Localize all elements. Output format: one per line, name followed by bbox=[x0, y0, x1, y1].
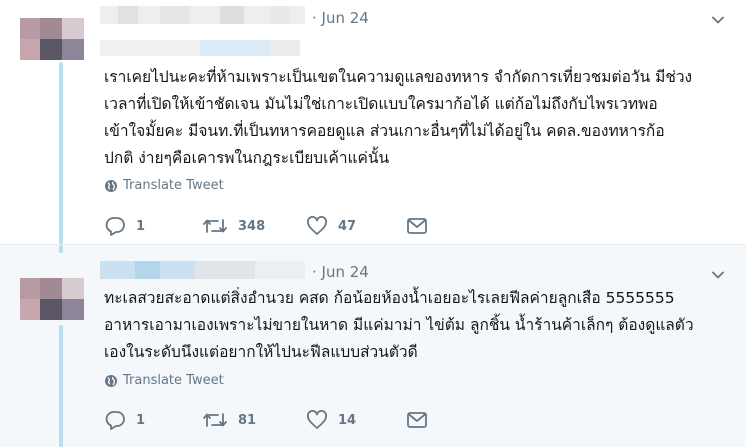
chevron-down-icon[interactable] bbox=[712, 269, 724, 281]
retweet-count: 81 bbox=[238, 412, 257, 428]
tweet-text: เราเคยไปนะคะที่ห้ามเพราะเป็นเขตในความดูแ… bbox=[104, 64, 729, 172]
tweet[interactable]: · Jun 24 เราเคยไปนะคะที่ห้ามเพราะเป็นเขต… bbox=[0, 0, 746, 244]
avatar[interactable] bbox=[20, 278, 84, 320]
display-name-blurred[interactable] bbox=[100, 261, 305, 279]
tweet-timestamp[interactable]: · Jun 24 bbox=[312, 263, 369, 281]
like-count: 14 bbox=[338, 412, 357, 428]
tweet-timestamp[interactable]: · Jun 24 bbox=[312, 9, 369, 27]
retweet-icon bbox=[203, 219, 227, 233]
tweet-text-line: ทะเลสวยสะอาดแต่สิ่งอำนวย คสด ก้อน้อยห้อง… bbox=[104, 289, 675, 307]
envelope-icon bbox=[407, 218, 427, 234]
tweet-text-line: เวลาที่เปิดให้เข้าชัดเจน มันไม่ใช่เกาะเป… bbox=[104, 95, 658, 113]
translate-tweet-label: Translate Tweet bbox=[123, 373, 224, 388]
like-button[interactable]: 14 bbox=[306, 408, 356, 432]
reply-icon bbox=[105, 217, 125, 236]
display-name-blurred[interactable] bbox=[100, 6, 305, 24]
tweet-text: ทะเลสวยสะอาดแต่สิ่งอำนวย คสด ก้อน้อยห้อง… bbox=[104, 285, 729, 366]
reply-icon bbox=[105, 411, 125, 430]
thread-line bbox=[59, 245, 63, 253]
tweet-text-line: เราเคยไปนะคะที่ห้ามเพราะเป็นเขตในความดูแ… bbox=[104, 68, 693, 86]
tweet-text-line: ปกติ ง่ายๆคือเคารพในกฎระเบียบเค้าแค่นั้น bbox=[104, 149, 390, 167]
globe-icon bbox=[105, 374, 117, 387]
envelope-icon bbox=[407, 412, 427, 428]
direct-message-button[interactable] bbox=[406, 214, 438, 238]
reply-button[interactable]: 1 bbox=[104, 214, 145, 238]
retweet-count: 348 bbox=[238, 218, 266, 234]
globe-icon bbox=[105, 179, 117, 192]
direct-message-button[interactable] bbox=[406, 408, 438, 432]
retweet-button[interactable]: 348 bbox=[202, 214, 265, 238]
chevron-down-icon[interactable] bbox=[712, 14, 724, 26]
tweet-actions: 1 81 14 bbox=[104, 408, 427, 432]
tweet-text-line: อาหารเอามาเองเพราะไม่ขายในหาด มีแค่มาม่า… bbox=[104, 316, 694, 334]
thread-line bbox=[59, 62, 63, 244]
retweet-button[interactable]: 81 bbox=[202, 408, 256, 432]
translate-tweet-label: Translate Tweet bbox=[123, 178, 224, 193]
avatar[interactable] bbox=[20, 18, 84, 60]
username-blurred[interactable] bbox=[100, 40, 300, 56]
like-count: 47 bbox=[338, 218, 357, 234]
tweet-text-line: เองในระดับนึงแต่อยากให้ไปนะฟีลแบบส่วนตัว… bbox=[104, 343, 418, 361]
reply-count: 1 bbox=[136, 218, 146, 234]
like-button[interactable]: 47 bbox=[306, 214, 356, 238]
tweet[interactable]: · Jun 24 ทะเลสวยสะอาดแต่สิ่งอำนวย คสด ก้… bbox=[0, 244, 746, 447]
tweet-actions: 1 348 47 bbox=[104, 214, 427, 238]
retweet-icon bbox=[203, 413, 227, 427]
heart-icon bbox=[307, 216, 327, 235]
thread-line bbox=[59, 325, 63, 447]
translate-tweet-link[interactable]: Translate Tweet bbox=[104, 178, 224, 193]
translate-tweet-link[interactable]: Translate Tweet bbox=[104, 373, 224, 388]
tweet-text-line: เข้าใจมั้ยคะ มีจนท.ที่เป็นทหารคอยดูแล ส่… bbox=[104, 122, 665, 140]
heart-icon bbox=[307, 410, 327, 429]
reply-count: 1 bbox=[136, 412, 146, 428]
reply-button[interactable]: 1 bbox=[104, 408, 145, 432]
